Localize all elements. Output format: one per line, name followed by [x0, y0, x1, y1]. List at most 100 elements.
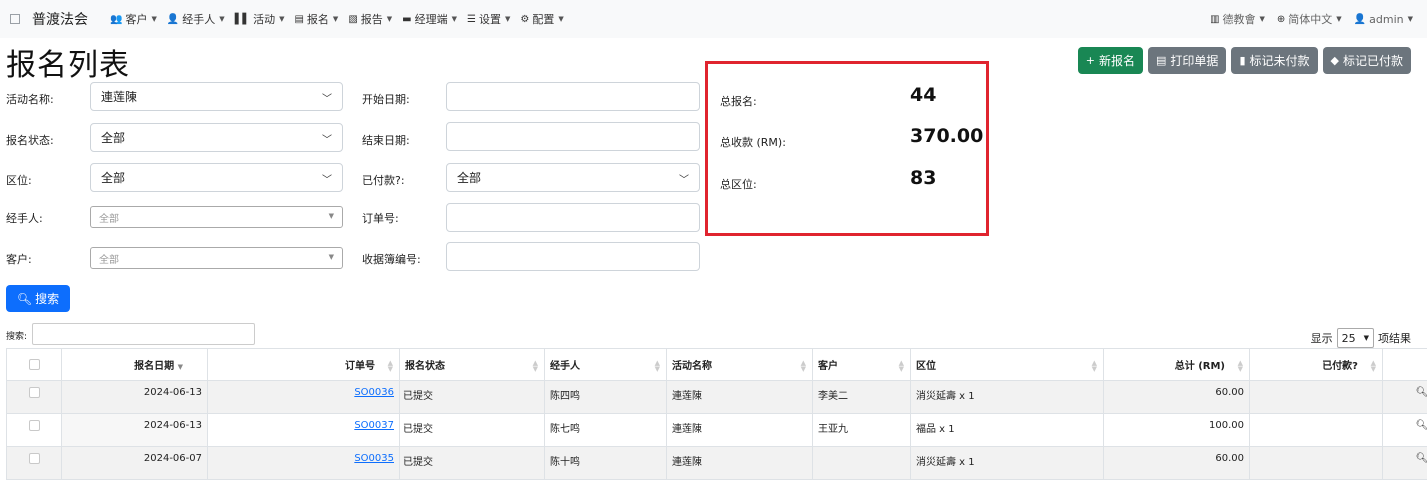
view-details-search-icon[interactable]: 🔍︎ — [1416, 420, 1427, 431]
navbar-right: ▥ 德教會 ▼ ⊕ 简体中文 ▼ 👤 admin ▼ — [1198, 0, 1413, 38]
total-area-value: 83 — [910, 167, 937, 189]
cell-area: 消災延壽 x 1 — [910, 446, 1104, 480]
registration-status-select[interactable]: 全部 ﹀ — [90, 123, 343, 152]
start-date-input[interactable] — [446, 82, 700, 111]
column-label: 订单号 — [345, 361, 375, 372]
registrations-table: 报名日期 ▼ 订单号 ▲ ▼ 报名状态 ▲ ▼ 经手人 ▲ ▼ 活动名称 ▲ ▼ 客户 ▲ ▼ 区位… — [6, 348, 1427, 480]
cell-action: 🔍︎ — [1382, 413, 1427, 447]
new-registration-button[interactable]: + 新报名 — [1077, 47, 1144, 74]
nav-settings[interactable]: ☰ 设置 ▼ — [467, 11, 510, 27]
print-receipt-button[interactable]: ▤ 打印单据 — [1148, 47, 1227, 74]
select-value: 全部 — [101, 131, 126, 145]
select-all-header[interactable] — [6, 348, 62, 381]
handler-select[interactable]: 全部 ▼ — [90, 206, 343, 228]
order-link[interactable]: SO0035 — [354, 453, 394, 464]
nav-language[interactable]: ⊕ 简体中文 ▼ — [1277, 11, 1342, 27]
column-header-event[interactable]: 活动名称 ▲ ▼ — [666, 348, 813, 381]
action-buttons: + 新报名 ▤ 打印单据 ▮ 标记未付款 ◆ 标记已付款 — [1077, 47, 1411, 74]
total-registrations-value: 44 — [910, 84, 937, 106]
column-header-area[interactable]: 区位 ▲ ▼ — [910, 348, 1104, 381]
nav-user[interactable]: 👤 admin ▼ — [1354, 13, 1413, 26]
columns-icon: ▌▌ — [234, 13, 251, 25]
nav-label: 设置 — [478, 13, 501, 26]
column-label: 已付款? — [1322, 361, 1358, 372]
select-value: 連莲陳 — [101, 90, 138, 104]
nav-reports[interactable]: ▧ 报告 ▼ — [348, 11, 392, 27]
nav-config[interactable]: ⚙ 配置 ▼ — [520, 11, 563, 27]
receipt-book-input[interactable] — [446, 242, 700, 271]
area-select[interactable]: 全部 ﹀ — [90, 163, 343, 192]
nav-label: 报名 — [306, 13, 329, 26]
cell-date: 2024-06-13 — [61, 413, 208, 447]
caret-down-icon: ▼ — [1407, 15, 1413, 23]
cell-total: 60.00 — [1103, 380, 1250, 414]
button-label: 打印单据 — [1170, 54, 1219, 68]
order-link[interactable]: SO0037 — [354, 420, 394, 431]
column-label: 区位 — [916, 361, 936, 372]
page-length-select[interactable]: 25 ▼ — [1336, 328, 1374, 348]
brand-logo-icon — [10, 14, 20, 24]
row-checkbox[interactable] — [28, 420, 40, 431]
nav-label: 报告 — [360, 13, 383, 26]
nav-label: 德教會 — [1222, 13, 1256, 26]
table-search-input[interactable] — [32, 323, 255, 345]
file-icon: ▮ — [1239, 54, 1246, 67]
column-header-handler[interactable]: 经手人 ▲ ▼ — [544, 348, 667, 381]
caret-down-icon: ▼ — [451, 15, 457, 23]
nav-label: 配置 — [532, 13, 555, 26]
row-select-cell[interactable] — [6, 413, 62, 447]
order-number-label: 订单号: — [362, 212, 399, 225]
briefcase-icon: ▬ — [402, 13, 412, 25]
end-date-input[interactable] — [446, 122, 700, 151]
column-label: 总计 (RM) — [1174, 361, 1225, 372]
table-header-row: 报名日期 ▼ 订单号 ▲ ▼ 报名状态 ▲ ▼ 经手人 ▲ ▼ 活动名称 ▲ ▼ 客户 ▲ ▼ 区位… — [6, 348, 1427, 381]
nav-handlers[interactable]: 👤 经手人 ▼ — [167, 11, 225, 27]
table-row[interactable]: 2024-06-13 SO0036 已提交 陈四鸣 連莲陳 李美二 消災延壽 x… — [6, 380, 1427, 414]
nav-events[interactable]: ▌▌ 活动 ▼ — [235, 11, 285, 27]
row-select-cell[interactable] — [6, 446, 62, 480]
caret-down-icon: ▼ — [279, 15, 285, 23]
column-header-status[interactable]: 报名状态 ▲ ▼ — [399, 348, 545, 381]
mark-unpaid-button[interactable]: ▮ 标记未付款 — [1231, 47, 1318, 74]
nav-customers[interactable]: 👥 客户 ▼ — [110, 11, 157, 27]
view-details-search-icon[interactable]: 🔍︎ — [1416, 453, 1427, 464]
view-details-search-icon[interactable]: 🔍︎ — [1416, 387, 1427, 398]
cell-order: SO0035 — [207, 446, 400, 480]
row-select-cell[interactable] — [6, 380, 62, 414]
table-row[interactable]: 2024-06-13 SO0037 已提交 陈七鸣 連莲陳 王亚九 福品 x 1… — [6, 413, 1427, 447]
paid-select[interactable]: 全部 ﹀ — [446, 163, 700, 192]
row-checkbox[interactable] — [28, 453, 40, 464]
customer-label: 客户: — [6, 253, 32, 266]
cell-handler: 陈四鸣 — [544, 380, 667, 414]
column-label: 客户 — [818, 361, 838, 372]
search-button[interactable]: 🔍︎ 搜索 — [6, 285, 70, 312]
row-checkbox[interactable] — [28, 387, 40, 398]
nav-organization[interactable]: ▥ 德教會 ▼ — [1210, 11, 1265, 27]
user-icon: 👤 — [166, 13, 180, 25]
order-link[interactable]: SO0036 — [354, 387, 394, 398]
user-icon: 👤 — [1353, 13, 1367, 25]
caret-down-icon: ▼ — [1259, 15, 1265, 23]
column-header-paid[interactable]: 已付款? ▲ ▼ — [1249, 348, 1383, 381]
summary-box: 总报名: 44 总收款 (RM): 370.00 总区位: 83 — [705, 61, 989, 236]
users-icon: 👥 — [110, 13, 123, 25]
customer-select[interactable]: 全部 ▼ — [90, 247, 343, 269]
sort-icon: ▲ ▼ — [800, 359, 806, 373]
column-header-order[interactable]: 订单号 ▲ ▼ — [207, 348, 400, 381]
nav-label: 经理端 — [414, 13, 448, 26]
column-header-date[interactable]: 报名日期 ▼ — [61, 348, 208, 381]
nav-registrations[interactable]: ▤ 报名 ▼ — [294, 11, 338, 27]
order-number-input[interactable] — [446, 203, 700, 232]
table-row[interactable]: 2024-06-07 SO0035 已提交 陈十鸣 連莲陳 消災延壽 x 1 6… — [6, 446, 1427, 480]
mark-paid-button[interactable]: ◆ 标记已付款 — [1322, 47, 1411, 74]
select-all-checkbox[interactable] — [28, 359, 40, 370]
event-name-select[interactable]: 連莲陳 ﹀ — [90, 82, 343, 111]
column-header-total[interactable]: 总计 (RM) ▲ ▼ — [1103, 348, 1250, 381]
column-header-customer[interactable]: 客户 ▲ ▼ — [812, 348, 911, 381]
chevron-down-icon: ﹀ — [322, 94, 332, 105]
column-header-actions: ▲▼ — [1382, 348, 1427, 381]
nav-manager[interactable]: ▬ 经理端 ▼ — [402, 11, 457, 27]
brand[interactable]: 普渡法会 — [10, 9, 88, 29]
cell-area: 福品 x 1 — [910, 413, 1104, 447]
column-label: 报名日期 — [134, 361, 175, 372]
